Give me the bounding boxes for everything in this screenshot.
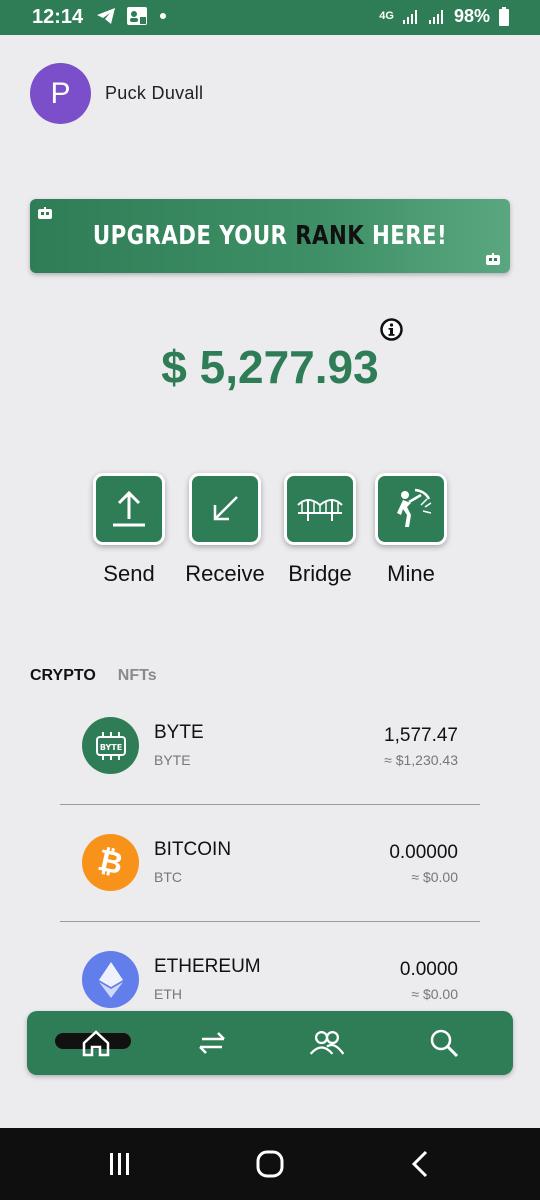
asset-symbol: ETH — [154, 986, 182, 1002]
avatar[interactable]: P — [30, 63, 91, 124]
send-tile[interactable] — [93, 473, 165, 545]
battery-icon — [499, 6, 509, 26]
send-label: Send — [103, 561, 155, 586]
battery-percent: 98% — [453, 6, 490, 26]
banner-text: UPGRADE YOUR RANK HERE! — [93, 221, 447, 251]
banner-text-part2: HERE! — [364, 221, 448, 251]
mine-button[interactable]: Mine — [375, 473, 447, 587]
bitcoin-logo-icon: ₿ — [82, 834, 139, 891]
total-balance: $ 5,277.93 — [161, 341, 379, 393]
receive-button[interactable]: Receive — [185, 473, 265, 587]
asset-fiat-value: ≈ $0.00 — [411, 869, 458, 885]
asset-amount: 0.0000 — [399, 959, 458, 980]
tab-nfts[interactable]: NFTs — [118, 667, 157, 685]
robot-icon — [486, 253, 500, 265]
asset-amount: 1,577.47 — [384, 725, 458, 746]
banner-text-part1: UPGRADE YOUR — [92, 221, 296, 251]
transfer-arrows-icon[interactable] — [192, 1025, 232, 1061]
asset-tabs: CRYPTO NFTs — [30, 667, 157, 685]
status-bar: 12:14 4G 98% — [0, 0, 540, 35]
asset-fiat-value: ≈ $0.00 — [411, 986, 458, 1002]
tab-crypto[interactable]: CRYPTO — [30, 667, 96, 685]
receive-label: Receive — [185, 561, 265, 586]
telegram-icon — [97, 8, 115, 24]
status-icons-left — [96, 6, 168, 26]
send-button[interactable]: Send — [93, 473, 165, 587]
bridge-label: Bridge — [288, 561, 352, 586]
info-icon[interactable] — [380, 318, 403, 341]
search-icon[interactable] — [424, 1025, 464, 1061]
users-icon[interactable] — [307, 1025, 347, 1061]
banner-text-highlight: RANK — [295, 221, 365, 251]
mine-tile[interactable] — [375, 473, 447, 545]
ethereum-logo-icon — [82, 951, 139, 1008]
asset-symbol: BYTE — [154, 752, 191, 768]
profile-name: Puck Duvall — [105, 83, 204, 103]
asset-symbol: BTC — [154, 869, 182, 885]
system-nav-bar — [0, 1128, 540, 1200]
mine-label: Mine — [387, 561, 435, 586]
home-button-icon[interactable] — [250, 1148, 290, 1180]
upgrade-rank-banner[interactable]: UPGRADE YOUR RANK HERE! — [30, 199, 510, 273]
asset-amount: 0.00000 — [389, 842, 458, 863]
receive-tile[interactable] — [189, 473, 261, 545]
profile-header[interactable]: P Puck Duvall — [30, 63, 203, 124]
robot-icon — [38, 207, 52, 219]
network-4g-icon: 4G — [379, 10, 394, 22]
bottom-nav — [27, 1011, 513, 1075]
dot-icon — [160, 13, 166, 19]
status-icons-right: 4G 98% — [379, 6, 510, 27]
asset-name: BITCOIN — [154, 839, 232, 860]
signal-icon — [402, 9, 417, 24]
signal-icon — [428, 9, 443, 24]
list-item[interactable]: BYTE BYTE BYTE 1,577.47 ≈ $1,230.43 — [60, 688, 480, 805]
byte-logo-text: BYTE — [99, 743, 121, 752]
list-item[interactable]: ₿ BITCOIN BTC 0.00000 ≈ $0.00 — [60, 805, 480, 922]
recent-apps-icon[interactable] — [100, 1148, 140, 1180]
home-icon[interactable] — [76, 1025, 116, 1061]
upload-icon — [113, 490, 145, 527]
status-time: 12:14 — [32, 6, 84, 28]
bridge-button[interactable]: Bridge — [284, 473, 356, 587]
asset-name: BYTE — [154, 722, 204, 743]
asset-name: ETHEREUM — [154, 956, 261, 977]
asset-fiat-value: ≈ $1,230.43 — [384, 752, 458, 768]
miner-icon — [397, 488, 432, 527]
byte-logo-icon: BYTE — [82, 717, 139, 774]
arrow-down-left-icon — [213, 496, 238, 521]
bridge-tile[interactable] — [284, 473, 356, 545]
back-icon[interactable] — [400, 1148, 440, 1180]
contact-card-icon — [127, 7, 147, 25]
bridge-icon — [297, 499, 343, 521]
bitcoin-logo-symbol: ₿ — [95, 843, 126, 881]
